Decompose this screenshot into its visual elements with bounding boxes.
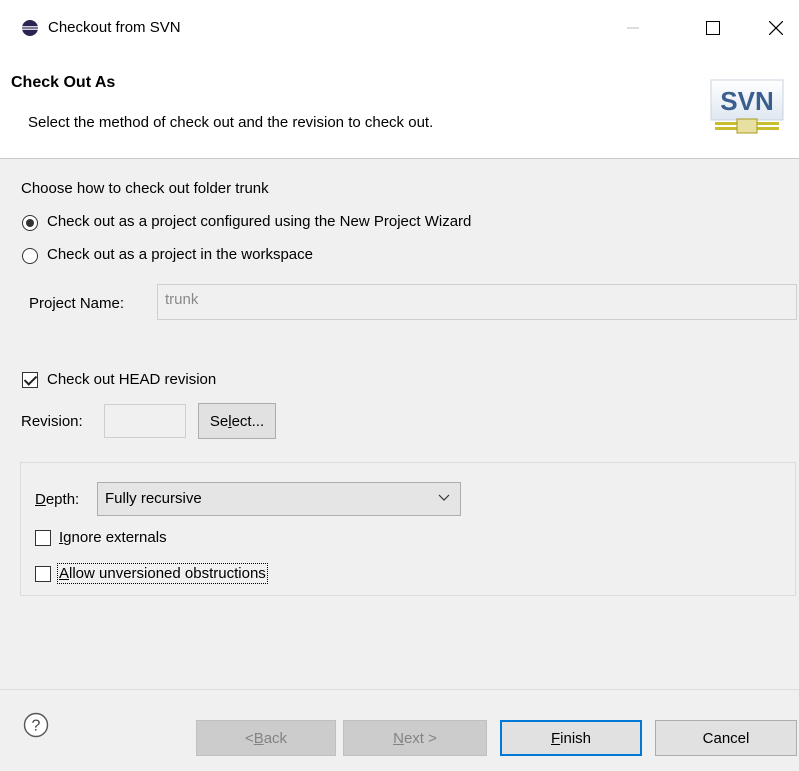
- ignore-externals-label[interactable]: Ignore externals: [59, 529, 167, 546]
- close-icon: [769, 21, 783, 35]
- back-button[interactable]: < Back: [196, 720, 336, 756]
- head-revision-checkbox[interactable]: [22, 372, 38, 388]
- title-bar: Checkout from SVN: [0, 0, 799, 58]
- maximize-icon: [706, 21, 720, 35]
- chevron-down-icon: [438, 494, 450, 501]
- project-name-label: Project Name:: [29, 295, 125, 312]
- depth-select[interactable]: Fully recursive: [97, 482, 461, 516]
- cancel-button[interactable]: Cancel: [655, 720, 797, 756]
- maximize-button[interactable]: [690, 10, 736, 46]
- window-title: Checkout from SVN: [48, 19, 181, 36]
- close-button[interactable]: [753, 10, 799, 46]
- eclipse-icon: [22, 20, 38, 36]
- revision-label: Revision:: [21, 413, 83, 430]
- next-button[interactable]: Next >: [343, 720, 487, 756]
- ignore-externals-checkbox[interactable]: [35, 530, 51, 546]
- radio-new-project-wizard[interactable]: [22, 215, 38, 231]
- svg-text:?: ?: [32, 718, 41, 735]
- select-revision-button[interactable]: Se l ect...: [198, 403, 276, 439]
- page-title: Check Out As: [11, 74, 116, 91]
- project-name-field: trunk: [157, 284, 797, 320]
- svn-logo: SVN: [710, 79, 784, 134]
- minimize-button[interactable]: [610, 10, 656, 46]
- footer-separator: [0, 689, 799, 690]
- allow-unversioned-checkbox[interactable]: [35, 566, 51, 582]
- option-project-in-workspace-label[interactable]: Check out as a project in the workspace: [47, 246, 313, 263]
- page-description: Select the method of check out and the r…: [28, 114, 434, 131]
- checkout-prompt: Choose how to check out folder trunk: [21, 180, 269, 197]
- radio-project-in-workspace[interactable]: [22, 248, 38, 264]
- minimize-icon: [627, 27, 639, 29]
- svn-logo-text: SVN: [720, 86, 773, 116]
- depth-select-value: Fully recursive: [105, 490, 202, 507]
- depth-label: Depth:: [35, 491, 80, 508]
- wizard-header: Check Out As Select the method of check …: [0, 58, 799, 159]
- revision-field: [104, 404, 186, 438]
- finish-button[interactable]: Finish: [500, 720, 642, 756]
- option-new-project-wizard-label[interactable]: Check out as a project configured using …: [47, 213, 471, 230]
- allow-unversioned-label[interactable]: Allow unversioned obstructions: [57, 563, 268, 584]
- head-revision-label[interactable]: Check out HEAD revision: [47, 371, 216, 388]
- help-icon[interactable]: ?: [23, 712, 49, 738]
